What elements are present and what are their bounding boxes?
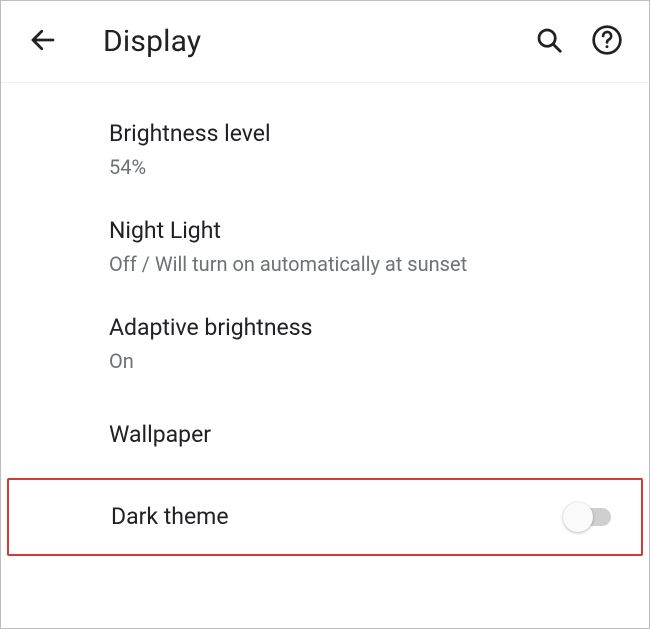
settings-list: Brightness level 54% Night Light Off / W… <box>1 83 649 556</box>
page-title: Display <box>103 24 513 59</box>
help-button[interactable] <box>585 20 629 64</box>
setting-title: Dark theme <box>111 502 563 532</box>
setting-title: Adaptive brightness <box>109 313 629 343</box>
setting-text: Night Light Off / Will turn on automatic… <box>109 216 629 277</box>
setting-subtitle: On <box>109 348 629 374</box>
back-button[interactable] <box>21 20 65 64</box>
setting-title: Wallpaper <box>109 420 629 450</box>
help-icon <box>591 24 623 59</box>
setting-title: Brightness level <box>109 119 629 149</box>
setting-text: Adaptive brightness On <box>109 313 629 374</box>
setting-night-light[interactable]: Night Light Off / Will turn on automatic… <box>1 198 649 295</box>
dark-theme-toggle[interactable] <box>563 502 619 532</box>
setting-adaptive-brightness[interactable]: Adaptive brightness On <box>1 295 649 392</box>
setting-wallpaper[interactable]: Wallpaper <box>1 392 649 478</box>
setting-dark-theme[interactable]: Dark theme <box>111 480 641 554</box>
setting-text: Wallpaper <box>109 420 629 450</box>
highlight-box: Dark theme <box>7 478 643 556</box>
arrow-left-icon <box>28 25 58 58</box>
setting-brightness[interactable]: Brightness level 54% <box>1 101 649 198</box>
setting-text: Dark theme <box>111 502 563 532</box>
setting-title: Night Light <box>109 216 629 246</box>
app-header: Display <box>1 1 649 83</box>
setting-subtitle: 54% <box>109 154 629 180</box>
toggle-thumb <box>563 502 593 532</box>
search-icon <box>534 25 564 58</box>
search-button[interactable] <box>527 20 571 64</box>
setting-text: Brightness level 54% <box>109 119 629 180</box>
setting-subtitle: Off / Will turn on automatically at suns… <box>109 251 629 277</box>
